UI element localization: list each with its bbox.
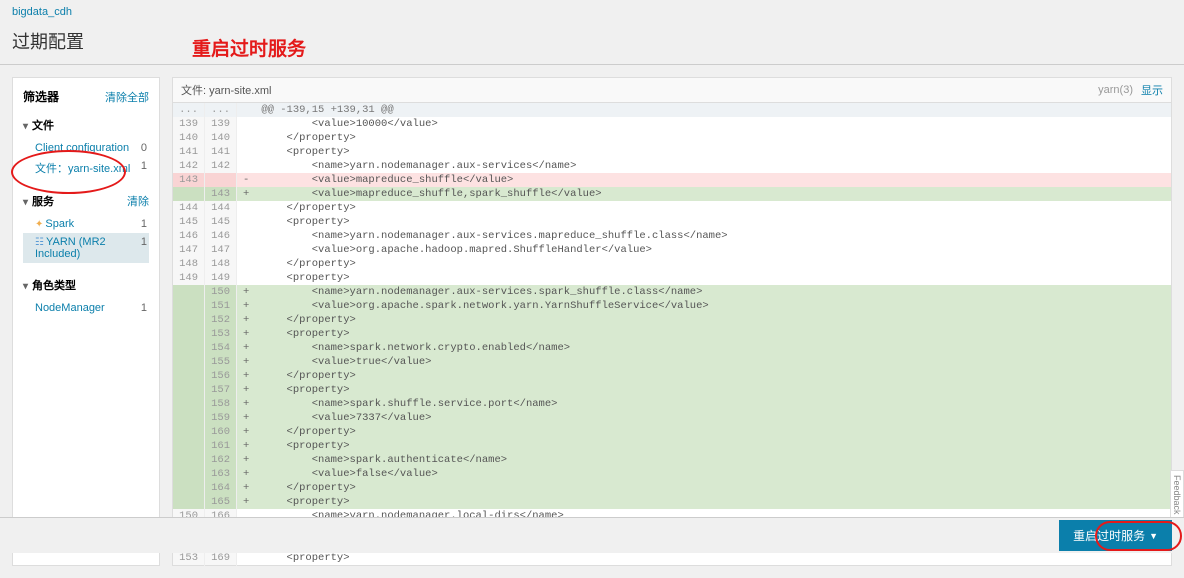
page-title: 过期配置 bbox=[0, 24, 1184, 65]
diff-row: 152+ </property> bbox=[173, 313, 1172, 327]
filter-section-files: ▾文件 Client configuration0 文件：yarn-site.x… bbox=[23, 115, 149, 179]
diff-row: 150+ <name>yarn.nodemanager.aux-services… bbox=[173, 285, 1172, 299]
diff-row: 160+ </property> bbox=[173, 425, 1172, 439]
diff-row: 148148 </property> bbox=[173, 257, 1172, 271]
diff-row: 146146 <name>yarn.nodemanager.aux-servic… bbox=[173, 229, 1172, 243]
sidebar: 筛选器 清除全部 ▾文件 Client configuration0 文件：ya… bbox=[12, 77, 160, 566]
restart-stale-services-button[interactable]: 重启过时服务▼ bbox=[1059, 520, 1172, 551]
diff-row: 163+ <value>false</value> bbox=[173, 467, 1172, 481]
clear-all-link[interactable]: 清除全部 bbox=[105, 89, 149, 105]
filter-title: 筛选器 bbox=[23, 88, 59, 105]
diff-row: 161+ <property> bbox=[173, 439, 1172, 453]
yarn-count: yarn(3) bbox=[1098, 84, 1133, 96]
diff-row: 143- <value>mapreduce_shuffle</value> bbox=[173, 173, 1172, 187]
diff-row: 141141 <property> bbox=[173, 145, 1172, 159]
filter-toggle-services[interactable]: ▾服务 清除 bbox=[23, 191, 149, 211]
diff-row: 165+ <property> bbox=[173, 495, 1172, 509]
diff-row: 144144 </property> bbox=[173, 201, 1172, 215]
chevron-down-icon: ▾ bbox=[23, 281, 28, 292]
diff-table: ......@@ -139,15 +139,31 @@139139 <value… bbox=[172, 103, 1172, 566]
annotation-top: 重启过时服务 bbox=[192, 34, 306, 61]
toggle-show-link[interactable]: 显示 bbox=[1141, 82, 1163, 98]
diff-row: 156+ </property> bbox=[173, 369, 1172, 383]
filter-item-nodemanager[interactable]: NodeManager1 bbox=[23, 299, 149, 317]
diff-row: ......@@ -139,15 +139,31 @@ bbox=[173, 103, 1172, 117]
diff-row: 158+ <name>spark.shuffle.service.port</n… bbox=[173, 397, 1172, 411]
clear-services-link[interactable]: 清除 bbox=[127, 193, 149, 209]
spark-icon: ✦ bbox=[35, 219, 43, 230]
diff-row: 145145 <property> bbox=[173, 215, 1172, 229]
diff-row: 139139 <value>10000</value> bbox=[173, 117, 1172, 131]
diff-row: 159+ <value>7337</value> bbox=[173, 411, 1172, 425]
filter-item-client-config[interactable]: Client configuration0 bbox=[23, 139, 149, 157]
diff-row: 162+ <name>spark.authenticate</name> bbox=[173, 453, 1172, 467]
filter-item-yarn[interactable]: ☷YARN (MR2 Included)1 bbox=[23, 233, 149, 263]
diff-row: 157+ <property> bbox=[173, 383, 1172, 397]
filter-section-roletypes: ▾角色类型 NodeManager1 bbox=[23, 275, 149, 317]
filter-section-services: ▾服务 清除 ✦Spark1 ☷YARN (MR2 Included)1 bbox=[23, 191, 149, 263]
feedback-tab[interactable]: Feedback bbox=[1170, 470, 1184, 520]
diff-row: 147147 <value>org.apache.hadoop.mapred.S… bbox=[173, 243, 1172, 257]
breadcrumb-cluster-link[interactable]: bigdata_cdh bbox=[12, 6, 72, 18]
yarn-icon: ☷ bbox=[35, 237, 44, 248]
chevron-down-icon: ▾ bbox=[23, 121, 28, 132]
caret-down-icon: ▼ bbox=[1149, 531, 1158, 541]
filter-item-spark[interactable]: ✦Spark1 bbox=[23, 215, 149, 233]
chevron-down-icon: ▾ bbox=[23, 197, 28, 208]
diff-row: 164+ </property> bbox=[173, 481, 1172, 495]
diff-row: 155+ <value>true</value> bbox=[173, 355, 1172, 369]
filter-item-yarn-site[interactable]: 文件：yarn-site.xml1 bbox=[23, 157, 149, 179]
diff-row: 153169 <property> bbox=[173, 551, 1172, 566]
filter-toggle-files[interactable]: ▾文件 bbox=[23, 115, 149, 135]
diff-row: 143+ <value>mapreduce_shuffle,spark_shuf… bbox=[173, 187, 1172, 201]
file-header: 文件: yarn-site.xml yarn(3) 显示 bbox=[172, 77, 1172, 103]
filter-toggle-roletypes[interactable]: ▾角色类型 bbox=[23, 275, 149, 295]
diff-row: 142142 <name>yarn.nodemanager.aux-servic… bbox=[173, 159, 1172, 173]
breadcrumb: bigdata_cdh bbox=[0, 0, 1184, 24]
footer: 重启过时服务▼ bbox=[0, 517, 1184, 553]
main-content: 文件: yarn-site.xml yarn(3) 显示 ......@@ -1… bbox=[172, 77, 1172, 566]
diff-row: 154+ <name>spark.network.crypto.enabled<… bbox=[173, 341, 1172, 355]
diff-row: 151+ <value>org.apache.spark.network.yar… bbox=[173, 299, 1172, 313]
diff-row: 153+ <property> bbox=[173, 327, 1172, 341]
diff-row: 140140 </property> bbox=[173, 131, 1172, 145]
diff-row: 149149 <property> bbox=[173, 271, 1172, 285]
file-label: 文件: yarn-site.xml bbox=[181, 82, 271, 98]
